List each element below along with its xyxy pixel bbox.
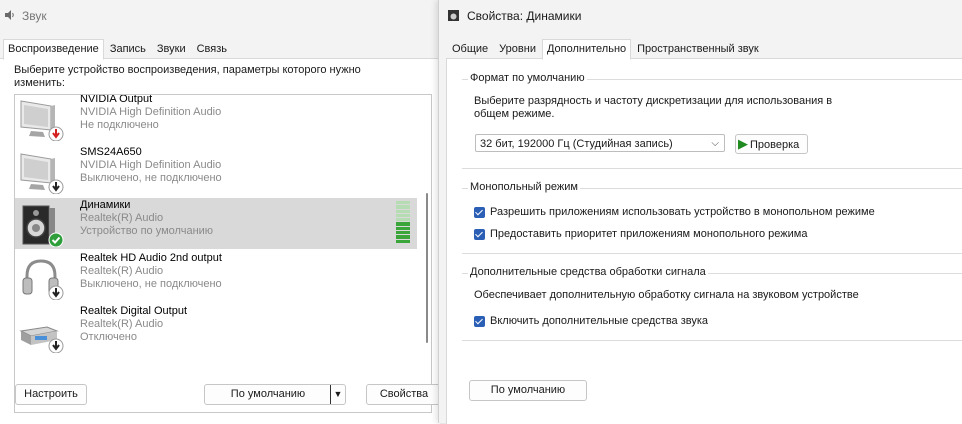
signal-enhancements-group-label: Дополнительные средства обработки сигнал…	[468, 266, 708, 278]
checkbox-label: Разрешить приложениям использовать устро…	[490, 206, 875, 218]
device-driver: NVIDIA High Definition Audio	[80, 159, 222, 171]
level-meter-segment	[396, 205, 410, 209]
tab-general[interactable]: Общие	[447, 39, 493, 58]
exclusive-priority-checkbox[interactable]: Предоставить приоритет приложениям моноп…	[474, 228, 807, 240]
properties-button[interactable]: Свойства	[366, 384, 442, 405]
configure-button[interactable]: Настроить	[15, 384, 87, 405]
tab-sounds[interactable]: Звуки	[152, 39, 191, 58]
device-item-sms24a650[interactable]: SMS24A650 NVIDIA High Definition Audio В…	[15, 145, 417, 196]
set-default-button[interactable]: По умолчанию ▼	[204, 384, 346, 405]
device-name: Динамики	[80, 199, 131, 211]
device-status: Устройство по умолчанию	[80, 225, 214, 237]
default-format-group: Формат по умолчанию Выберите разрядность…	[462, 72, 962, 169]
device-item-nvidia-output[interactable]: NVIDIA Output NVIDIA High Definition Aud…	[15, 94, 417, 143]
sound-window: Звук Воспроизведение Запись Звуки Связь …	[0, 0, 442, 424]
level-meter-segment	[396, 239, 410, 243]
allow-exclusive-control-checkbox[interactable]: Разрешить приложениям использовать устро…	[474, 206, 875, 218]
device-list[interactable]: NVIDIA Output NVIDIA High Definition Aud…	[14, 94, 432, 413]
level-meter-segment	[396, 231, 410, 235]
device-driver: NVIDIA High Definition Audio	[80, 106, 222, 118]
monitor-icon	[20, 153, 64, 194]
level-meter-segment	[396, 222, 410, 226]
sound-tabs: Воспроизведение Запись Звуки Связь	[3, 39, 233, 60]
speaker-properties-window: Свойства: Динамики Общие Уровни Дополнит…	[438, 0, 962, 424]
advanced-panel: Формат по умолчанию Выберите разрядность…	[446, 58, 962, 424]
default-format-group-label: Формат по умолчанию	[468, 72, 587, 84]
device-status: Выключено, не подключено	[80, 278, 222, 290]
play-icon: ▶	[738, 136, 748, 151]
monitor-icon	[20, 100, 64, 141]
signal-enhancements-description: Обеспечивает дополнительную обработку си…	[474, 289, 859, 301]
checkbox-checked-icon[interactable]	[474, 315, 485, 327]
set-default-dropdown-arrow-icon[interactable]: ▼	[330, 385, 345, 404]
checkbox-checked-icon[interactable]	[474, 228, 485, 240]
signal-enhancements-group: Дополнительные средства обработки сигнал…	[462, 266, 962, 341]
level-meter-segment	[396, 218, 410, 222]
sample-format-select[interactable]: 32 бит, 192000 Гц (Студийная запись) ⌵	[475, 134, 725, 152]
playback-panel: Выберите устройство воспроизведения, пар…	[0, 58, 442, 424]
test-button[interactable]: ▶ Проверка	[735, 134, 808, 154]
playback-description: Выберите устройство воспроизведения, пар…	[14, 64, 361, 89]
headphones-icon	[22, 259, 64, 300]
device-name: SMS24A650	[80, 146, 142, 158]
device-driver: Realtek(R) Audio	[80, 318, 164, 330]
level-meter-segment	[396, 213, 410, 218]
device-driver: Realtek(R) Audio	[80, 212, 164, 224]
device-status: Не подключено	[80, 119, 159, 131]
checkbox-label: Включить дополнительные средства звука	[490, 315, 709, 327]
level-meter-segment	[396, 235, 410, 239]
exclusive-mode-group-label: Монопольный режим	[468, 181, 580, 193]
device-item-realtek-2nd-output[interactable]: Realtek HD Audio 2nd output Realtek(R) A…	[15, 251, 417, 302]
volume-level-meter	[396, 201, 410, 243]
device-driver: Realtek(R) Audio	[80, 265, 164, 277]
properties-tabs: Общие Уровни Дополнительно Пространствен…	[447, 39, 765, 60]
chevron-down-icon: ⌵	[711, 138, 719, 149]
checkbox-label: Предоставить приоритет приложениям моноп…	[490, 228, 808, 240]
level-meter-segment	[396, 209, 410, 213]
device-item-realtek-digital-output[interactable]: Realtek Digital Output Realtek(R) Audio …	[15, 304, 417, 355]
enable-audio-enhancements-checkbox[interactable]: Включить дополнительные средства звука	[474, 315, 708, 327]
tab-spatial-sound[interactable]: Пространственный звук	[632, 39, 764, 58]
test-button-label: Проверка	[750, 139, 800, 151]
exclusive-mode-group: Монопольный режим Разрешить приложениям …	[462, 181, 962, 254]
checkbox-checked-icon[interactable]	[474, 206, 485, 218]
window-title: Свойства: Динамики	[467, 9, 582, 23]
tab-advanced[interactable]: Дополнительно	[541, 39, 632, 60]
device-status: Выключено, не подключено	[80, 172, 222, 184]
tab-playback[interactable]: Воспроизведение	[3, 39, 104, 60]
level-meter-segment	[396, 201, 410, 205]
speaker-app-icon	[448, 10, 459, 21]
tab-communications[interactable]: Связь	[192, 39, 232, 58]
default-format-description: Выберите разрядность и частоту дискретиз…	[474, 95, 833, 120]
device-name: Realtek Digital Output	[80, 305, 187, 317]
digital-output-icon	[19, 326, 64, 353]
sound-titlebar[interactable]: Звук	[0, 0, 440, 32]
level-meter-segment	[396, 226, 410, 231]
restore-defaults-button[interactable]: По умолчанию	[469, 380, 587, 401]
window-title: Звук	[22, 9, 47, 23]
set-default-label: По умолчанию	[230, 388, 306, 400]
device-name: NVIDIA Output	[80, 94, 153, 105]
tab-recording[interactable]: Запись	[105, 39, 151, 58]
speaker-app-icon	[5, 10, 14, 20]
speaker-icon	[22, 205, 64, 247]
sample-format-value: 32 бит, 192000 Гц (Студийная запись)	[480, 138, 673, 150]
device-name: Realtek HD Audio 2nd output	[80, 252, 222, 264]
device-status: Отключено	[80, 331, 137, 343]
device-list-scrollbar[interactable]	[426, 193, 428, 343]
tab-levels[interactable]: Уровни	[494, 39, 541, 58]
device-item-speakers[interactable]: Динамики Realtek(R) Audio Устройство по …	[15, 198, 417, 249]
